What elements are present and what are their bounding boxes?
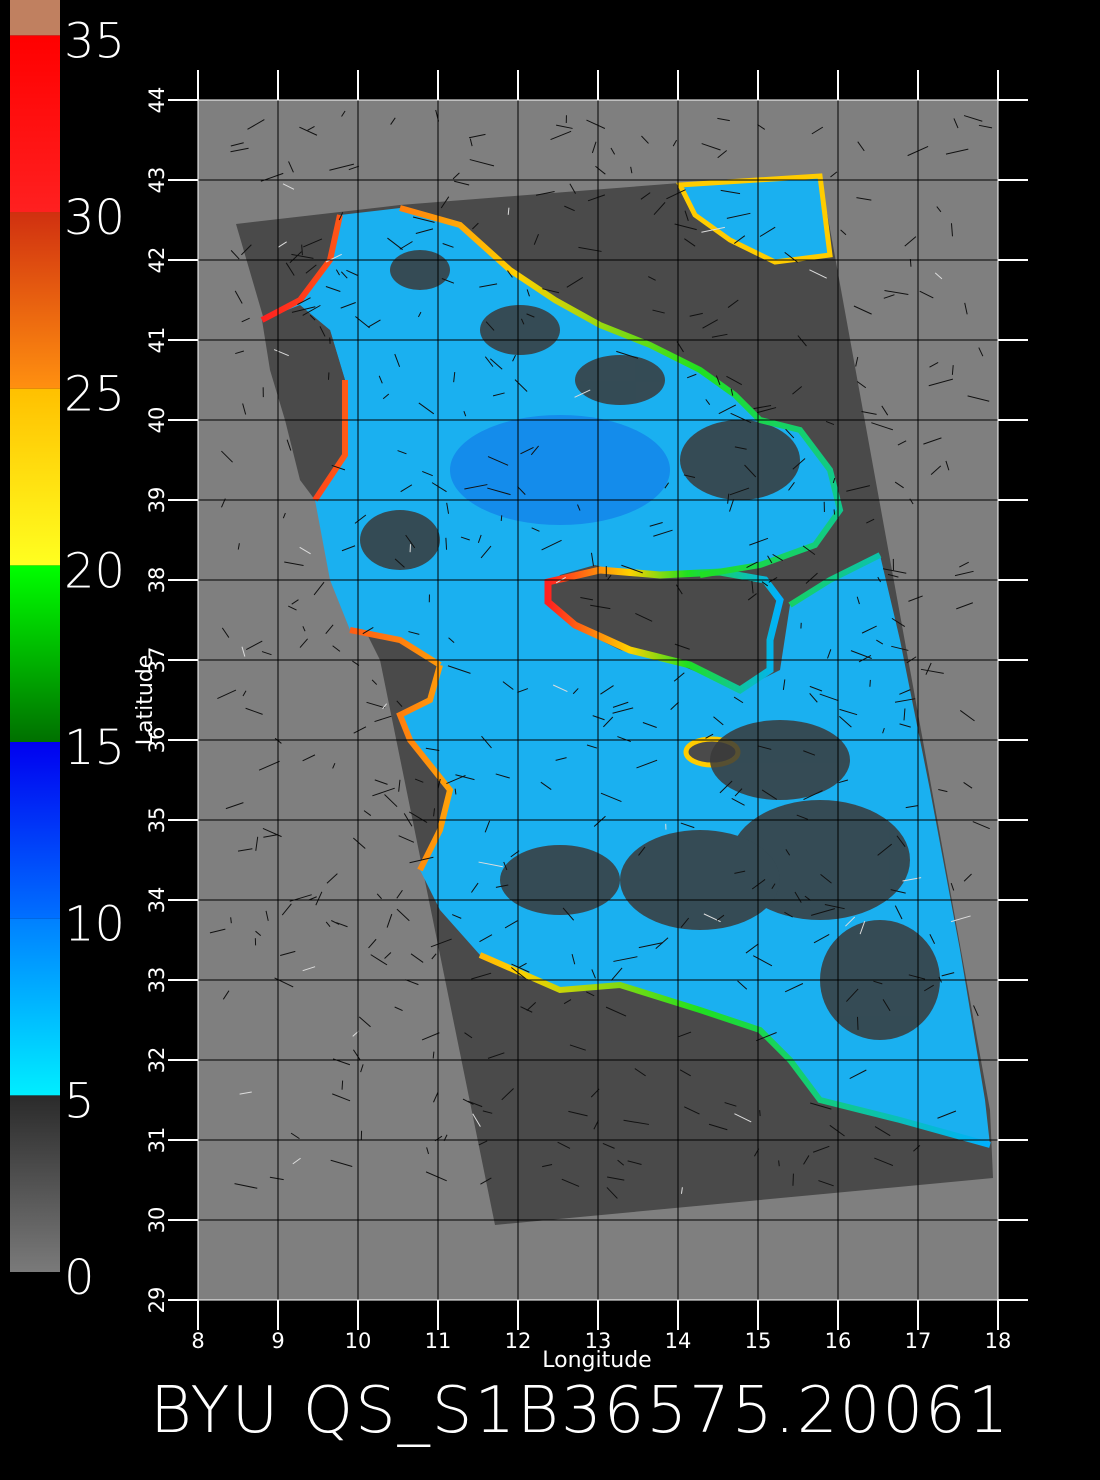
lat-tick-label: 31: [145, 1127, 169, 1154]
lon-tick-label: 8: [191, 1329, 204, 1353]
colorbar-label: 10: [64, 897, 125, 953]
lat-tick-label: 44: [145, 87, 169, 114]
colorbar-label: 20: [64, 543, 125, 599]
lat-tick-label: 41: [145, 327, 169, 354]
lat-tick-label: 30: [145, 1207, 169, 1234]
colorbar-label: 15: [64, 720, 125, 776]
lat-tick-label: 42: [145, 247, 169, 274]
y-axis-title: Latitude: [133, 655, 158, 746]
lat-tick-label: 32: [145, 1047, 169, 1074]
lon-tick-label: 18: [985, 1329, 1012, 1353]
wind-vector: [500, 515, 503, 521]
wind-speed-colorbar: [10, 0, 60, 1272]
colorbar-segment: [10, 565, 60, 742]
wind-vector: [445, 537, 448, 550]
lon-tick-label: 11: [425, 1329, 452, 1353]
lat-tick-label: 33: [145, 967, 169, 994]
colorbar-label: 0: [64, 1250, 95, 1306]
colorbar-label: 35: [64, 13, 125, 69]
colorbar-segment: [10, 388, 60, 566]
lat-tick-label: 39: [145, 487, 169, 514]
wind-vector: [230, 917, 232, 924]
lat-tick-label: 35: [145, 807, 169, 834]
lat-tick-label: 34: [145, 887, 169, 914]
x-axis-title: Longitude: [542, 1348, 651, 1373]
lon-tick-label: 16: [825, 1329, 852, 1353]
wind-vector: [856, 1016, 859, 1030]
wind-vector: [341, 1080, 344, 1090]
product-id-title: BYU QS_S1B36575.20061: [150, 1374, 1010, 1448]
lat-tick-label: 43: [145, 167, 169, 194]
wind-vector: [301, 244, 303, 256]
wind-vector: [507, 207, 510, 215]
colorbar-label: 30: [64, 190, 125, 246]
lon-tick-label: 10: [345, 1329, 372, 1353]
lon-tick-label: 12: [505, 1329, 532, 1353]
colorbar-label: 5: [64, 1073, 95, 1129]
colorbar-segment: [10, 35, 60, 213]
lat-tick-label: 40: [145, 407, 169, 434]
lon-tick-label: 15: [745, 1329, 772, 1353]
lat-tick-label: 29: [145, 1287, 169, 1314]
colorbar-segment: [10, 212, 60, 389]
wind-map-figure: 0 5 10 15 20 25 30 35 8 9 10 11 12 13 14 15 16 …: [10, 0, 1028, 1448]
colorbar-segment: [10, 742, 60, 919]
lon-tick-label: 17: [905, 1329, 932, 1353]
colorbar-segment: [10, 0, 60, 36]
colorbar-labels: 0 5 10 15 20 25 30 35: [64, 13, 125, 1306]
lon-tick-label: 14: [665, 1329, 692, 1353]
lon-tick-label: 9: [271, 1329, 284, 1353]
wind-vector: [778, 1160, 780, 1167]
wind-vector: [432, 1051, 435, 1059]
colorbar-label: 25: [64, 367, 125, 423]
colorbar-segment: [10, 918, 60, 1096]
lat-tick-label: 38: [145, 567, 169, 594]
colorbar-segment: [10, 1095, 60, 1272]
higher-wind-zone: [450, 415, 670, 525]
map-panel: 8 9 10 11 12 13 14 15 16 17 18 2930313233343536373…: [133, 70, 1028, 1373]
